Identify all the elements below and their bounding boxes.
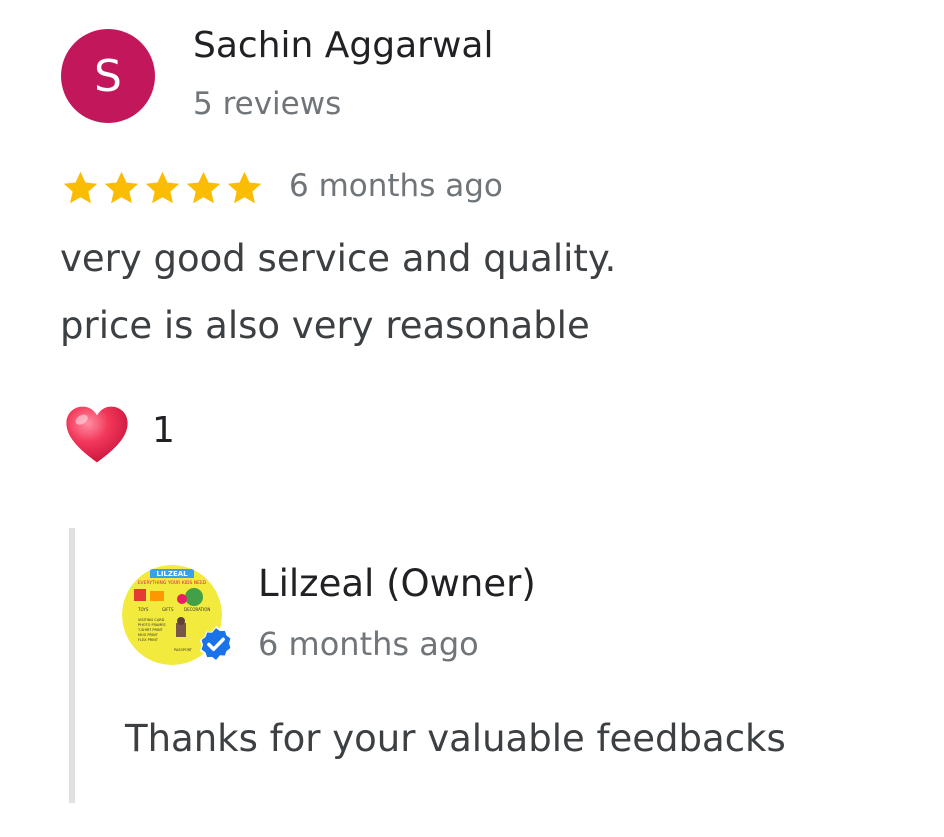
logo-service: VISITING CARD: [138, 618, 165, 622]
logo-service: FLEX PRINT: [138, 638, 159, 642]
avatar-letter: S: [94, 50, 122, 102]
reviewer-name[interactable]: Sachin Aggarwal: [193, 25, 493, 66]
reaction-count: 1: [152, 410, 175, 451]
reply-divider: [69, 528, 75, 803]
heart-icon[interactable]: [62, 400, 132, 470]
star-icon: [186, 171, 221, 204]
reviewer-review-count: 5 reviews: [193, 86, 342, 122]
star-icon: [104, 171, 139, 204]
star-icon: [145, 171, 180, 204]
logo-subtitle: EVERYTHING YOUR KIDS NEED: [138, 580, 207, 586]
review-date: 6 months ago: [289, 168, 503, 204]
logo-service: T-SHIRT PRINT: [137, 628, 164, 632]
star-rating: [60, 168, 265, 209]
review-text-line: price is also very reasonable: [60, 304, 590, 347]
owner-name[interactable]: Lilzeal (Owner): [258, 562, 536, 605]
logo-category: TOYS: [137, 607, 149, 612]
logo-service: PHOTO FRAMES: [138, 623, 166, 627]
owner-reply-date: 6 months ago: [258, 625, 479, 663]
review-text-line: very good service and quality.: [60, 237, 617, 280]
reviewer-avatar[interactable]: S: [61, 29, 155, 123]
star-icon: [63, 171, 98, 204]
logo-service: MUG PRINT: [138, 633, 159, 637]
logo-service: PASSPORT: [174, 648, 193, 652]
verified-badge-icon: [199, 625, 233, 663]
owner-reply-text: Thanks for your valuable feedbacks: [125, 717, 786, 760]
logo-category: GIFTS: [162, 607, 174, 612]
logo-category: DECORATION: [184, 607, 210, 612]
logo-title: LILZEAL: [156, 570, 188, 578]
star-icon: [227, 171, 262, 204]
